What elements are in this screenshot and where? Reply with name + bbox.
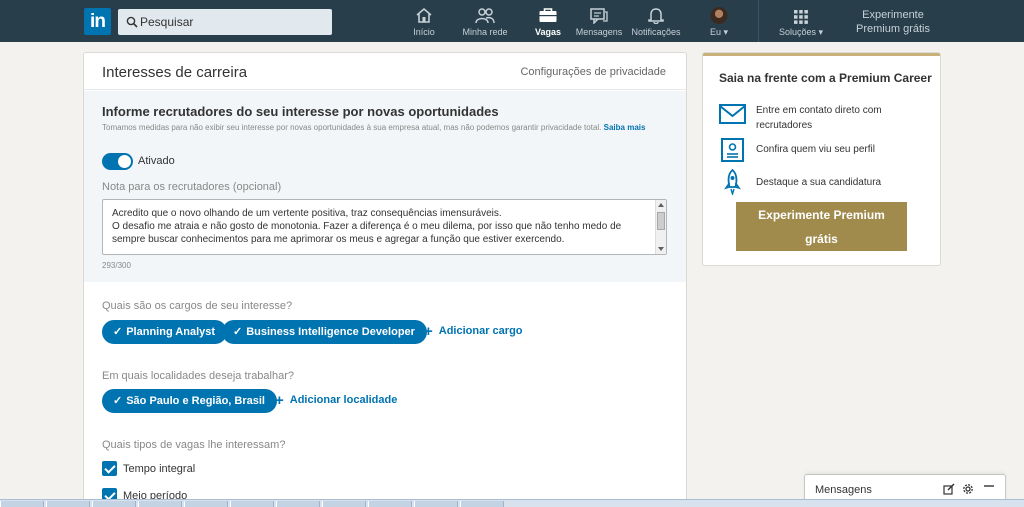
textarea-scrollbar[interactable] [655,200,666,254]
nav-label: Minha rede [462,27,508,37]
feature-text: Confira quem viu seu perfil [756,144,875,155]
caret-down-icon: ▾ [723,27,729,37]
taskbar-button[interactable] [322,501,366,507]
premium-career-card: Saia na frente com a Premium Career Entr… [703,53,940,265]
button-line2: grátis [805,232,838,246]
nav-item-eu[interactable]: Eu ▾ [688,0,750,42]
search-input[interactable] [140,9,325,35]
scroll-down-icon[interactable] [658,247,664,251]
profile-card-icon [721,138,744,162]
try-premium-link[interactable]: Experimente Premium grátis [850,8,936,36]
taskbar-button[interactable] [276,501,320,507]
job-title-pill[interactable]: ✓ Business Intelligence Developer [222,320,427,344]
location-pill[interactable]: ✓ São Paulo e Região, Brasil [102,389,277,413]
add-location-button[interactable]: + Adicionar localidade [275,392,397,409]
search-box[interactable] [118,9,332,35]
premium-title: Saia na frente com a Premium Career [719,71,932,85]
privacy-settings-link[interactable]: Configurações de privacidade [520,66,666,78]
plus-icon: + [275,392,284,409]
messaging-icon [590,8,608,24]
messaging-label: Mensagens [815,484,872,496]
full-time-checkbox[interactable] [102,461,117,476]
nav-items: Início Minha rede Vagas Mensagens Notifi… [400,0,750,42]
bell-icon [648,8,664,24]
character-counter: 293/300 [102,261,131,270]
feature-text: Destaque a sua candidatura [756,177,882,188]
taskbar-button[interactable] [230,501,274,507]
button-line1: Experimente Premium [758,208,885,222]
locations-question: Em quais localidades deseja trabalhar? [102,370,295,382]
taskbar-button[interactable] [184,501,228,507]
taskbar-button[interactable] [460,501,504,507]
avatar [710,7,728,24]
linkedin-logo[interactable]: in [84,8,111,35]
os-taskbar [0,499,1024,507]
try-premium-button[interactable]: Experimente Premium grátis [736,202,907,251]
nav-item-mensagens[interactable]: Mensagens [574,0,624,42]
nav-label: Início [413,27,435,37]
open-to-opportunities-toggle[interactable] [102,153,133,170]
taskbar-button[interactable] [414,501,458,507]
nav-label: Vagas [534,27,562,37]
nav-item-solucoes[interactable]: Soluções ▾ [770,0,832,42]
full-time-label: Tempo integral [123,463,196,475]
home-icon [416,7,432,23]
premium-line1: Experimente [862,9,924,21]
plus-icon: + [424,323,433,340]
career-interests-card: Interesses de carreira Configurações de … [84,53,686,507]
nav-item-notificacoes[interactable]: Notificações [624,0,688,42]
page-title: Interesses de carreira [102,64,248,81]
toggle-label: Ativado [138,155,175,167]
taskbar-button[interactable] [46,501,90,507]
minimize-icon[interactable] [983,483,995,495]
job-types-question: Quais tipos de vagas lhe interessam? [102,439,286,451]
scroll-up-icon[interactable] [658,203,664,207]
section-description: Tomamos medidas para não exibir seu inte… [102,123,646,132]
check-icon: ✓ [113,326,123,338]
check-icon: ✓ [233,326,243,338]
nav-label: Eu ▾ [709,27,729,37]
feature-text: Entre em contato direto com [756,105,882,116]
add-job-title-button[interactable]: + Adicionar cargo [424,323,523,340]
envelope-icon [719,104,746,124]
recruiter-section: Informe recrutadores do seu interesse po… [84,91,686,282]
briefcase-icon [539,8,557,22]
rocket-icon [724,169,741,195]
nav-divider [758,0,759,42]
premium-line2: Premium grátis [856,23,930,35]
gear-icon[interactable] [962,483,974,495]
search-icon [126,16,138,28]
taskbar-button[interactable] [92,501,136,507]
nav-label: Mensagens [575,27,623,37]
nav-item-inicio[interactable]: Início [400,0,448,42]
nav-label: Notificações [631,27,681,37]
network-icon [475,8,495,24]
feature-text: recrutadores [756,120,813,131]
taskbar-button[interactable] [138,501,182,507]
nav-item-minha-rede[interactable]: Minha rede [448,0,522,42]
top-nav: in Início Minha rede Vagas Mensagens Not… [0,0,1024,42]
nav-label: Soluções ▾ [778,27,824,37]
note-label: Nota para os recrutadores (opcional) [102,181,282,193]
check-icon: ✓ [113,395,123,407]
learn-more-link[interactable]: Saiba mais [604,123,646,132]
note-text: Acredito que o novo olhando de um verten… [112,208,622,245]
scroll-thumb[interactable] [657,212,665,230]
job-titles-question: Quais são os cargos de seu interesse? [102,300,293,312]
compose-icon[interactable] [943,483,955,495]
nav-item-vagas[interactable]: Vagas [522,0,574,42]
taskbar-button[interactable] [0,501,44,507]
caret-down-icon: ▾ [818,27,824,37]
job-title-pill[interactable]: ✓ Planning Analyst [102,320,228,344]
taskbar-button[interactable] [368,501,412,507]
grid-icon [794,10,808,24]
recruiter-note-textarea[interactable]: Acredito que o novo olhando de um verten… [102,199,667,255]
card-header: Interesses de carreira Configurações de … [84,53,686,90]
section-title: Informe recrutadores do seu interesse po… [102,104,499,119]
